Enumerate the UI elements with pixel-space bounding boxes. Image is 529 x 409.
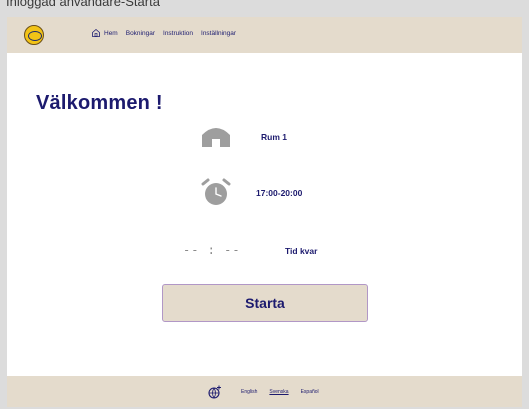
home-icon xyxy=(92,28,100,37)
hsb-logo-icon[interactable] xyxy=(24,25,44,45)
nav-menu: Hem Bokningar Instruktion Inställningar xyxy=(91,28,244,38)
page-title: Välkommen ! xyxy=(36,92,163,114)
navbar: Hem Bokningar Instruktion Inställningar xyxy=(7,17,522,53)
footer: English Svenska Español xyxy=(7,376,522,407)
room-label: Rum 1 xyxy=(261,132,287,142)
time-label: 17:00-20:00 xyxy=(256,188,303,198)
start-button[interactable]: Starta xyxy=(162,284,368,322)
nav-item-bokningar[interactable]: Bokningar xyxy=(126,30,155,37)
house-icon xyxy=(202,128,230,147)
alarm-clock-icon xyxy=(201,178,231,205)
language-svenska[interactable]: Svenska xyxy=(269,389,288,395)
timer-display: -- : -- xyxy=(183,243,241,257)
language-espanol[interactable]: Español xyxy=(301,389,319,395)
nav-item-instruktion[interactable]: Instruktion xyxy=(163,30,193,37)
nav-item-hem[interactable]: Hem xyxy=(104,30,118,37)
time-remaining-label: Tid kvar xyxy=(285,246,318,256)
app-window: Hem Bokningar Instruktion Inställningar … xyxy=(7,17,522,407)
language-list: English Svenska Español xyxy=(241,389,319,395)
language-english[interactable]: English xyxy=(241,389,257,395)
nav-item-installningar[interactable]: Inställningar xyxy=(201,30,236,37)
globe-icon[interactable] xyxy=(208,385,222,399)
window-title: Inloggad användare-Starta xyxy=(6,0,160,9)
